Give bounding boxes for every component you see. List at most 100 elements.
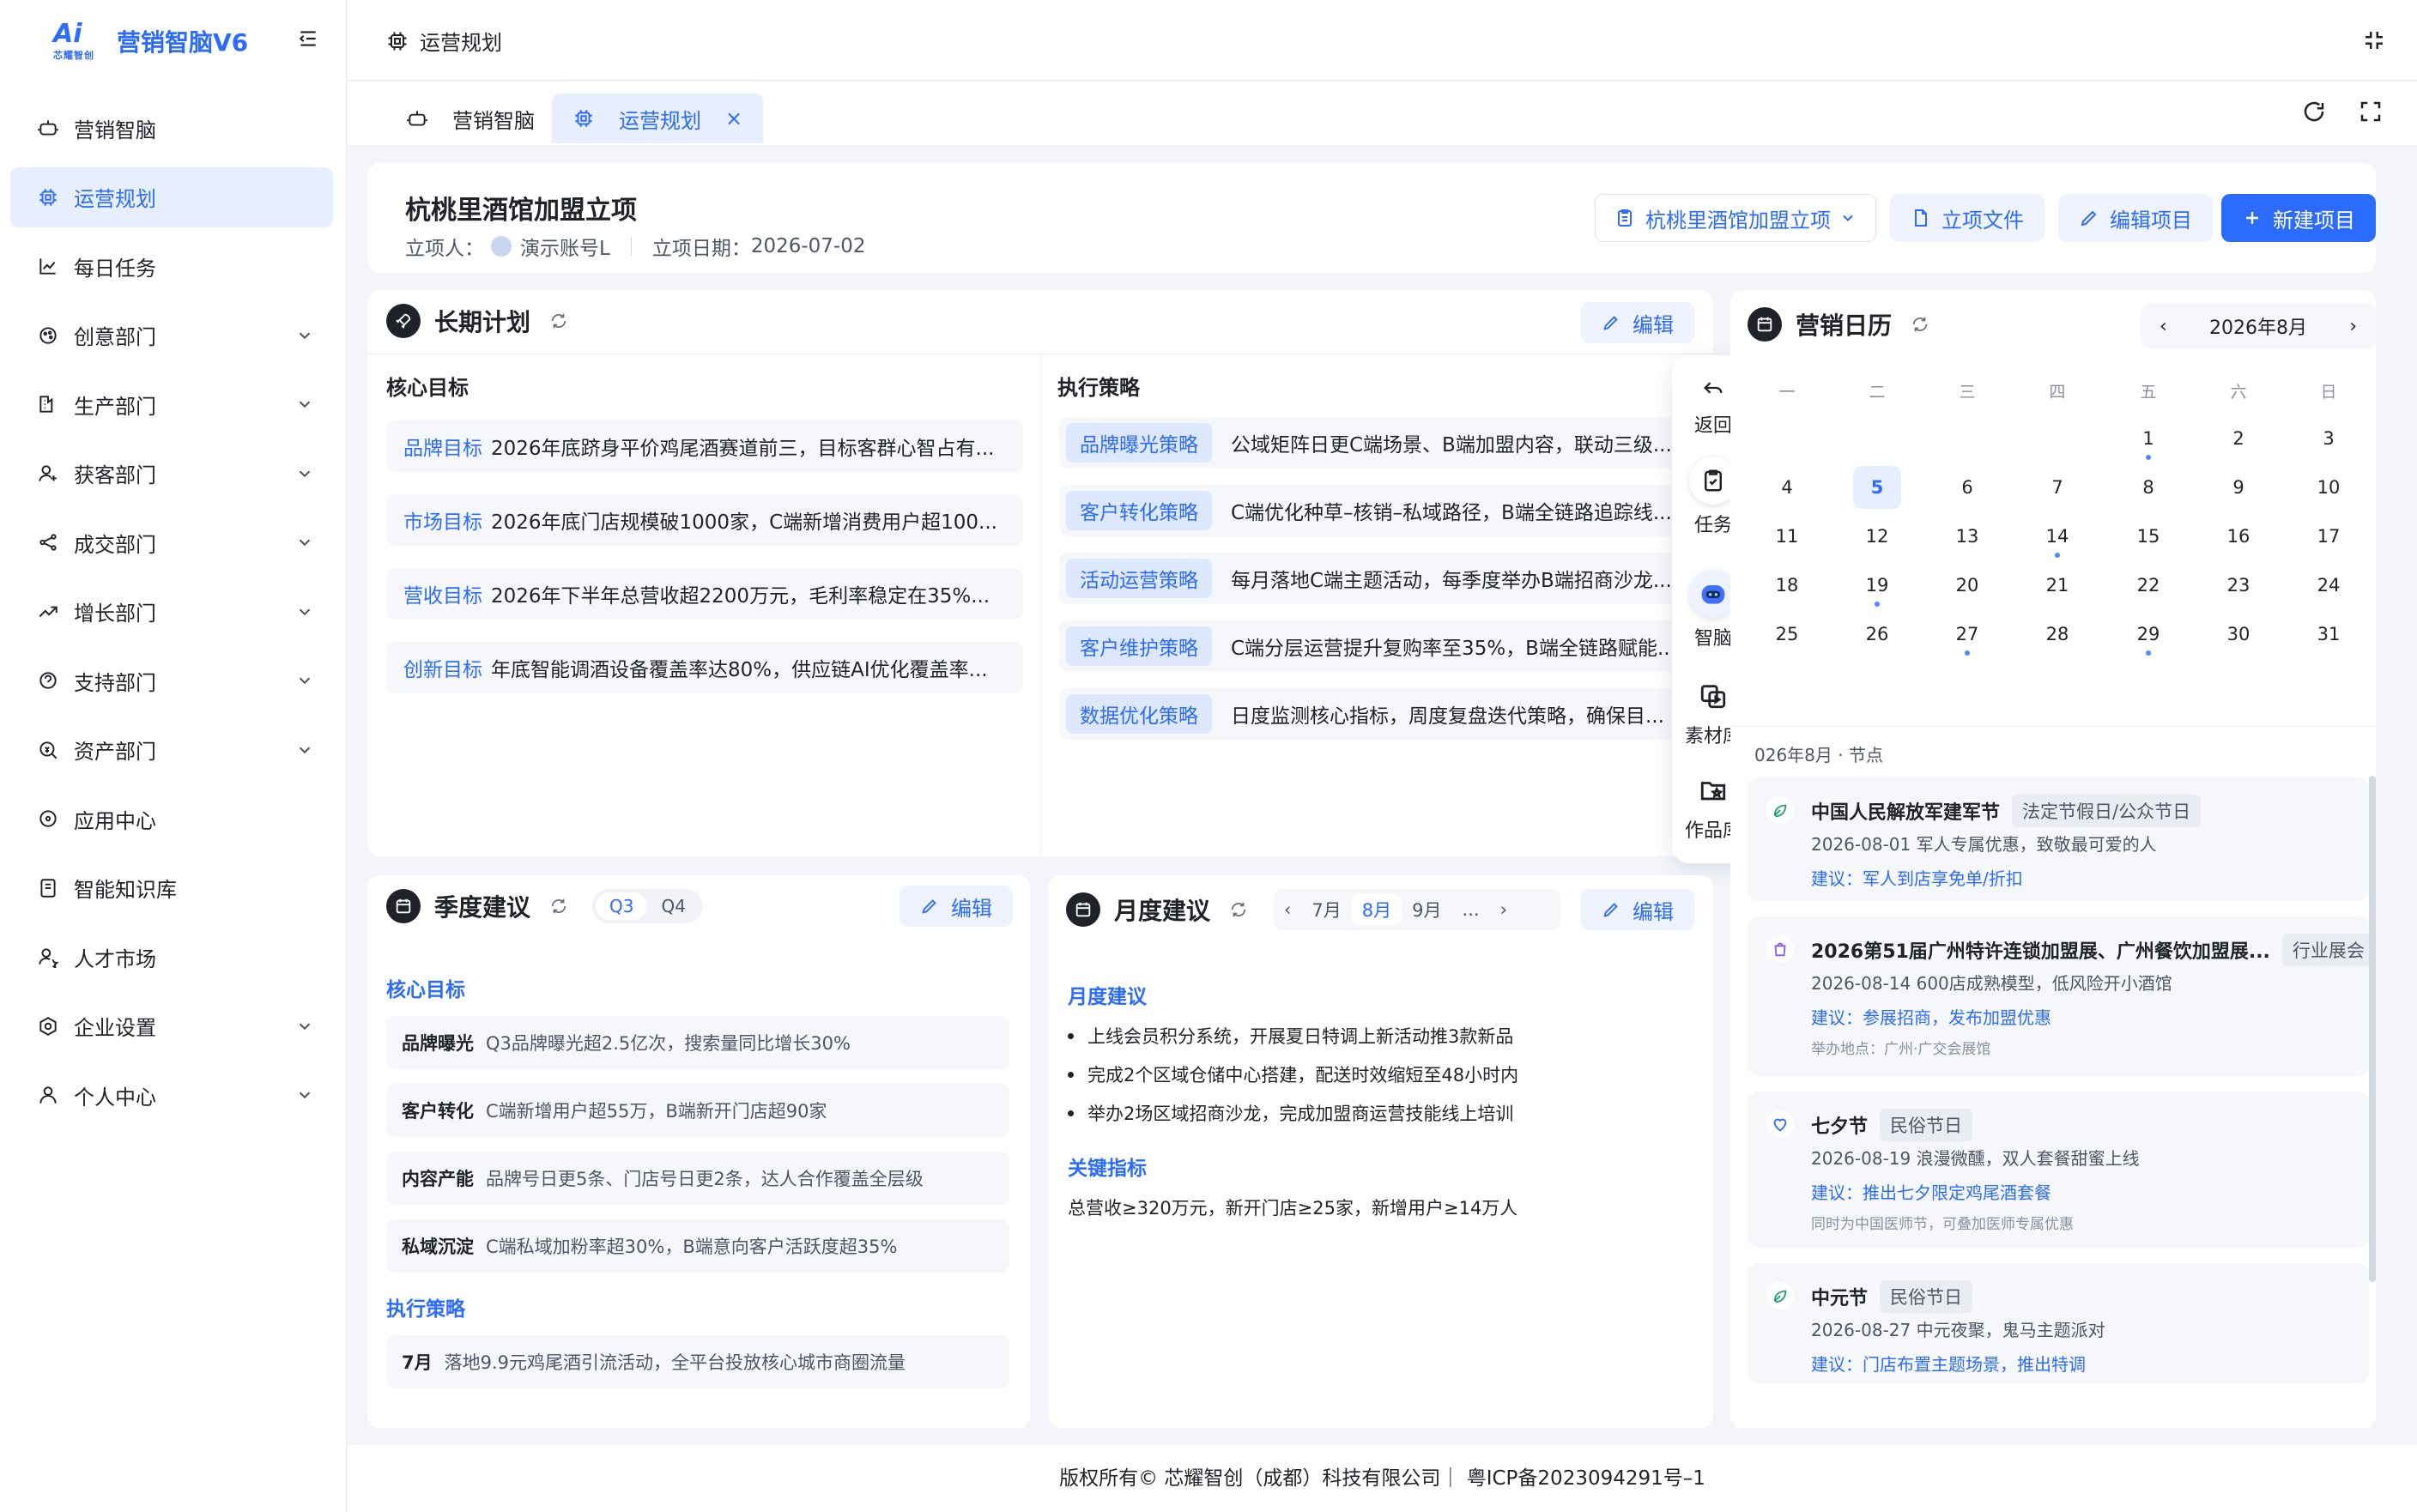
next-month-icon[interactable]: ›	[2349, 316, 2357, 337]
calendar-day[interactable]: 21	[2033, 564, 2081, 607]
calendar-day[interactable]: 3	[2305, 417, 2353, 460]
quarter-edit-button[interactable]: 编辑	[900, 886, 1013, 927]
calendar-day[interactable]: 31	[2305, 613, 2353, 656]
calendar-day[interactable]: 29	[2124, 613, 2172, 656]
sidebar-item-9[interactable]: 资产部门	[10, 720, 333, 780]
sidebar-item-5[interactable]: 获客部门	[10, 444, 333, 504]
calendar-day[interactable]: 18	[1763, 564, 1811, 607]
goal-item[interactable]: 营收目标 2026年下半年总营收超2200万元，毛利率稳定在35%...	[386, 568, 1023, 620]
tab-close-icon[interactable]: ×	[725, 106, 742, 130]
month-edit-button[interactable]: 编辑	[1581, 889, 1694, 930]
calendar-day[interactable]: 2	[2214, 417, 2263, 460]
strategy-item[interactable]: 客户维护策略 C端分层运营提升复购率至35%，B端全链路赋能...	[1059, 620, 1696, 672]
event-desc: 2026-08-14 600店成熟模型，低风险开小酒馆	[1811, 973, 2172, 994]
calendar-day[interactable]: 7	[2033, 466, 2081, 509]
support-icon	[36, 668, 60, 692]
calendar-day[interactable]: 27	[1943, 613, 1991, 656]
event-card[interactable]: 中元节 民俗节日 2026-08-27 中元夜聚，鬼马主题派对 建议：门店布置主题场景…	[1748, 1263, 2369, 1383]
calendar-day[interactable]: 12	[1853, 515, 1901, 558]
event-dot	[2146, 650, 2151, 656]
strategy-key: 客户维护策略	[1066, 626, 1212, 666]
calendar-day[interactable]: 30	[2214, 613, 2263, 656]
sidebar-item-12[interactable]: 人才市场	[10, 927, 333, 987]
calendar-day[interactable]: 26	[1853, 613, 1901, 656]
pencil-icon	[2081, 210, 2097, 227]
calendar-day[interactable]: 20	[1943, 564, 1991, 607]
prev-month-icon[interactable]: ‹	[1274, 894, 1301, 925]
new-project-button[interactable]: 新建项目	[2221, 194, 2376, 242]
edit-label: 编辑	[1633, 899, 1674, 924]
calendar-day[interactable]: 8	[2124, 466, 2172, 509]
refresh-icon[interactable]	[1911, 315, 1929, 334]
month-option[interactable]: 8月	[1351, 894, 1402, 925]
month-option[interactable]: 7月	[1301, 894, 1351, 925]
month-more[interactable]: ...	[1452, 894, 1490, 925]
event-card[interactable]: 中国人民解放军建军节 法定节假日/公众节日 2026-08-01 军人专属优惠，致敬…	[1748, 777, 2369, 901]
goal-item[interactable]: 品牌目标 2026年底跻身平价鸡尾酒赛道前三，目标客群心智占有...	[386, 420, 1023, 472]
tab-operation-planning[interactable]: 运营规划 ×	[552, 94, 764, 143]
sidebar-item-3[interactable]: 创意部门	[10, 305, 333, 366]
calendar-day[interactable]: 13	[1943, 515, 1991, 558]
next-month-icon[interactable]: ›	[1490, 894, 1517, 925]
goal-item[interactable]: 创新目标 年底智能调酒设备覆盖率达80%，供应链AI优化覆盖率...	[386, 642, 1023, 693]
calendar-day[interactable]: 6	[1943, 466, 1991, 509]
project-file-button[interactable]: 立项文件	[1890, 194, 2044, 242]
calendar-day[interactable]: 9	[2214, 466, 2263, 509]
sidebar-item-8[interactable]: 支持部门	[10, 650, 333, 711]
brand-logo[interactable]: Ai 芯耀智创	[53, 19, 98, 61]
quarter-q4[interactable]: Q4	[647, 892, 699, 920]
refresh-icon[interactable]	[2301, 99, 2327, 124]
fullscreen-icon[interactable]	[2358, 99, 2384, 124]
sidebar-item-1[interactable]: 运营规划	[10, 166, 333, 227]
sidebar-item-6[interactable]: 成交部门	[10, 512, 333, 572]
calendar-day[interactable]: 16	[2214, 515, 2263, 558]
refresh-icon[interactable]	[549, 311, 568, 330]
tab-marketing-brain[interactable]: 营销智脑	[385, 94, 555, 143]
month-advice-item: 举办2场区域招商沙龙，完成加盟商运营技能线上培训	[1068, 1100, 1513, 1126]
project-select[interactable]: 杭桃里酒馆加盟立项	[1595, 194, 1876, 242]
strategy-item[interactable]: 客户转化策略 C端优化种草–核销–私域路径，B端全链路追踪线...	[1059, 485, 1696, 536]
quarter-goal-value: C端私域加粉率超30%，B端意向客户活跃度超35%	[486, 1237, 898, 1257]
event-list-scrollbar[interactable]	[2369, 776, 2376, 1282]
calendar-day[interactable]: 14	[2033, 515, 2081, 558]
sidebar-item-14[interactable]: 个人中心	[10, 1065, 333, 1125]
calendar-day[interactable]: 10	[2305, 466, 2353, 509]
sidebar-item-11[interactable]: 智能知识库	[10, 858, 333, 918]
calendar-day[interactable]: 19	[1853, 564, 1901, 607]
goal-item[interactable]: 市场目标 2026年底门店规模破1000家，C端新增消费用户超100...	[386, 494, 1023, 546]
calendar-day[interactable]: 25	[1763, 613, 1811, 656]
sidebar-item-2[interactable]: 每日任务	[10, 236, 333, 296]
long-plan-edit-button[interactable]: 编辑	[1581, 302, 1694, 343]
event-card[interactable]: 2026第51届广州特许连锁加盟展、广州餐饮加盟展... 行业展会 2026-08-…	[1748, 916, 2375, 1076]
calendar-day[interactable]: 1	[2124, 417, 2172, 460]
calendar-day[interactable]: 11	[1763, 515, 1811, 558]
shrink-screen-icon[interactable]	[2361, 27, 2387, 53]
calendar-day[interactable]: 24	[2305, 564, 2353, 607]
strategy-item[interactable]: 品牌曝光策略 公域矩阵日更C端场景、B端加盟内容，联动三级...	[1059, 417, 1696, 469]
calendar-day[interactable]: 4	[1763, 466, 1811, 509]
strategy-item[interactable]: 数据优化策略 日度监测核心指标，周度复盘迭代策略，确保目...	[1059, 688, 1696, 740]
month-option[interactable]: 9月	[1402, 894, 1451, 925]
strategy-item[interactable]: 活动运营策略 每月落地C端主题活动，每季度举办B端招商沙龙...	[1059, 553, 1696, 604]
sidebar-item-0[interactable]: 营销智脑	[10, 98, 333, 158]
strategy-value: C端分层运营提升复购率至35%，B端全链路赋能...	[1231, 638, 1676, 660]
refresh-icon[interactable]	[1229, 900, 1248, 919]
sidebar-item-10[interactable]: 应用中心	[10, 789, 333, 849]
prev-month-icon[interactable]: ‹	[2160, 316, 2167, 337]
calendar-day[interactable]: 15	[2124, 515, 2172, 558]
calendar-day[interactable]: 23	[2214, 564, 2263, 607]
calendar-day[interactable]: 5	[1853, 466, 1901, 509]
quarter-q3[interactable]: Q3	[596, 892, 648, 920]
collapse-sidebar-icon[interactable]	[297, 27, 319, 50]
sidebar-item-4[interactable]: 生产部门	[10, 374, 333, 434]
sidebar-item-label: 营销智脑	[74, 118, 156, 142]
folder-star-icon	[1700, 782, 1726, 801]
sidebar-item-7[interactable]: 增长部门	[10, 582, 333, 642]
sidebar-item-13[interactable]: 企业设置	[10, 996, 333, 1056]
calendar-day[interactable]: 22	[2124, 564, 2172, 607]
edit-project-button[interactable]: 编辑项目	[2058, 194, 2213, 242]
refresh-icon[interactable]	[549, 897, 568, 916]
calendar-day[interactable]: 28	[2033, 613, 2081, 656]
event-card[interactable]: 七夕节 民俗节日 2026-08-19 浪漫微醺，双人套餐甜蜜上线 建议：推出七夕限定…	[1748, 1092, 2369, 1248]
calendar-day[interactable]: 17	[2305, 515, 2353, 558]
